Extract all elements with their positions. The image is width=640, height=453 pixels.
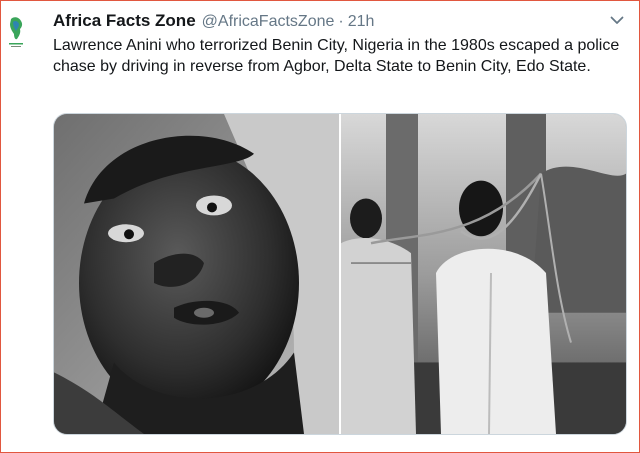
chevron-down-icon <box>610 16 624 24</box>
separator-dot: · <box>338 13 344 30</box>
tweet-media-grid[interactable] <box>53 113 627 435</box>
tweet-header: Africa Facts Zone @AfricaFactsZone · 21h <box>53 11 615 33</box>
tweet-text: Lawrence Anini who terrorized Benin City… <box>53 37 620 75</box>
avatar[interactable] <box>5 13 27 65</box>
photo-execution-image <box>341 114 626 434</box>
user-handle[interactable]: @AfricaFactsZone <box>202 13 335 31</box>
timestamp[interactable]: 21h <box>348 13 375 31</box>
photo-execution[interactable] <box>341 114 626 434</box>
africa-map-logo-icon <box>9 17 23 47</box>
display-name[interactable]: Africa Facts Zone <box>53 11 196 31</box>
tweet-card[interactable]: Africa Facts Zone @AfricaFactsZone · 21h… <box>0 0 640 453</box>
photo-portrait-image <box>54 114 339 434</box>
photo-portrait[interactable] <box>54 114 339 434</box>
tweet-menu-button[interactable] <box>609 14 625 26</box>
